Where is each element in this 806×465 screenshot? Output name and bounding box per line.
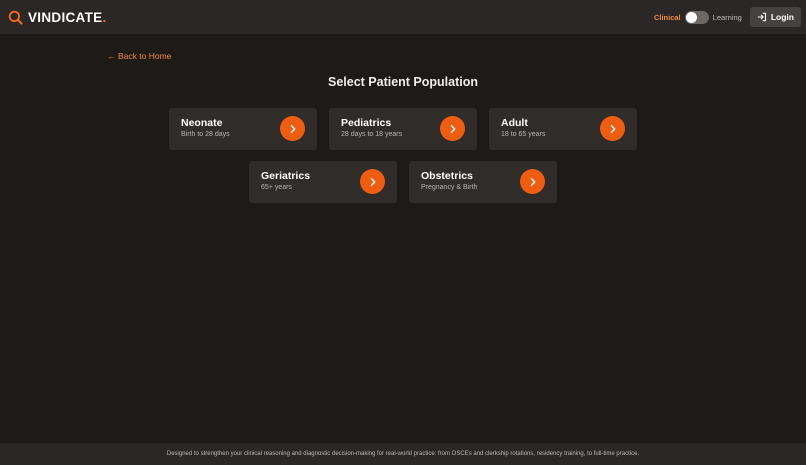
card-title: Pediatrics [341, 117, 392, 129]
card-arrow-button[interactable] [280, 116, 305, 141]
login-label: Login [770, 12, 794, 22]
population-card-neonate[interactable]: Neonate Birth to 28 days [169, 108, 317, 150]
toggle-knob [685, 11, 697, 23]
chevron-right-icon [450, 124, 455, 133]
page-title: Select Patient Population [327, 75, 479, 89]
chevron-right-icon [530, 177, 535, 186]
brand-name: VINDICATE. [28, 9, 107, 25]
population-card-obstetrics[interactable]: Obstetrics Pregnancy & Birth [409, 161, 557, 203]
card-arrow-button[interactable] [360, 169, 385, 194]
card-subtitle: 28 days to 18 years [341, 131, 403, 138]
card-arrow-button[interactable] [520, 169, 545, 194]
login-icon [757, 12, 766, 22]
search-icon [8, 10, 23, 25]
card-title: Adult [501, 117, 528, 129]
brand-dot: . [102, 9, 107, 25]
back-to-home-link[interactable]: ← Back to Home [107, 51, 171, 61]
card-subtitle: Birth to 28 days [181, 131, 230, 138]
brand-logo[interactable]: VINDICATE. [8, 10, 107, 25]
card-subtitle: 18 to 65 years [501, 131, 546, 138]
arrow-left-icon: ← [107, 51, 116, 61]
card-title: Geriatrics [261, 170, 311, 182]
mode-label-learning: Learning [712, 12, 742, 22]
card-subtitle: Pregnancy & Birth [421, 184, 478, 191]
population-card-adult[interactable]: Adult 18 to 65 years [489, 108, 637, 150]
card-arrow-button[interactable] [440, 116, 465, 141]
chevron-right-icon [610, 124, 615, 133]
mode-label-clinical: Clinical [653, 12, 681, 22]
back-link-label: Back to Home [118, 51, 172, 61]
login-button[interactable]: Login [749, 7, 801, 27]
header-controls: Clinical Learning Login [654, 7, 801, 27]
card-title: Neonate [181, 117, 223, 129]
population-card-geriatrics[interactable]: Geriatrics 65+ years [249, 161, 397, 203]
chevron-right-icon [370, 177, 375, 186]
footer-text: Designed to strengthen your clinical rea… [166, 451, 640, 457]
card-arrow-button[interactable] [600, 116, 625, 141]
population-card-pediatrics[interactable]: Pediatrics 28 days to 18 years [329, 108, 477, 150]
mode-toggle[interactable] [684, 10, 709, 24]
card-subtitle: 65+ years [261, 184, 292, 191]
footer: Designed to strengthen your clinical rea… [0, 443, 806, 465]
chevron-right-icon [290, 124, 295, 133]
card-title: Obstetrics [421, 170, 473, 182]
top-bar: VINDICATE. Clinical Learning Login [0, 0, 806, 34]
